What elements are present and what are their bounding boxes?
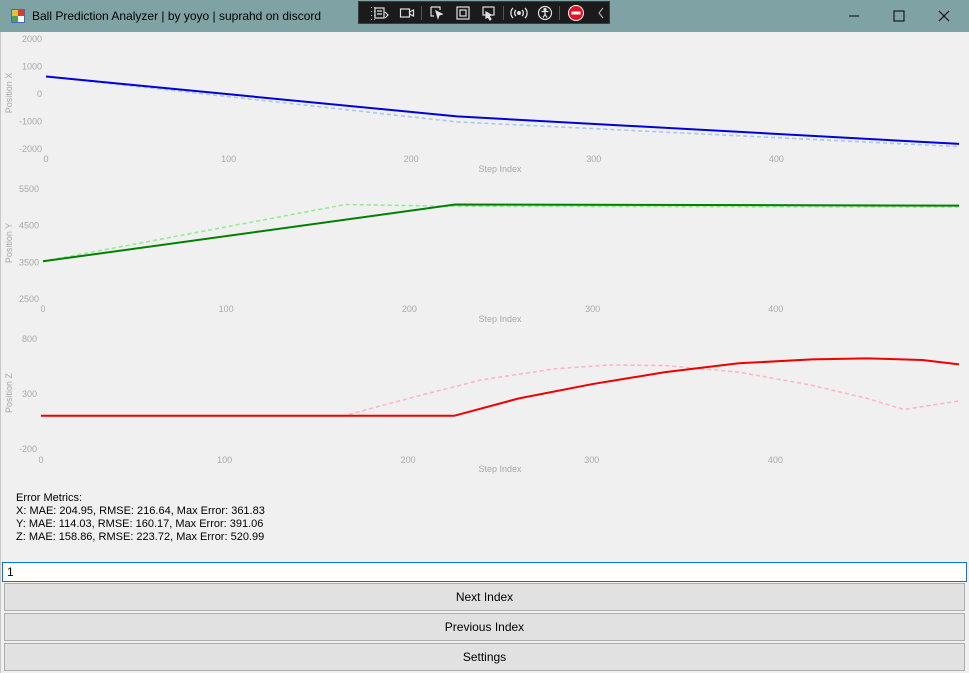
series-y-actual [42, 203, 960, 263]
x-tick-label: 0 [43, 154, 48, 164]
x-tick-label: 100 [217, 455, 232, 465]
y-axis-label: Position X [4, 73, 14, 114]
x-tick-label: 100 [221, 154, 236, 164]
y-tick-label: 2000 [22, 34, 42, 44]
chart-z: 800 300 -2000 100 200 300 400 Position Z Step In… [4, 334, 960, 474]
x-axis-label: Step Index [478, 314, 522, 324]
chart-x: 200010000-1000-20000 100 200 300 400Position… [4, 34, 960, 174]
y-tick-label: 0 [37, 89, 42, 99]
x-axis-label: Step Index [478, 164, 522, 174]
index-input[interactable] [2, 562, 967, 582]
metrics-y: Y: MAE: 114.03, RMSE: 160.17, Max Error:… [16, 518, 264, 530]
series-x-actual [45, 75, 960, 145]
error-metrics: Error Metrics: X: MAE: 204.95, RMSE: 216… [16, 492, 265, 544]
x-tick-label: 300 [586, 154, 601, 164]
metrics-z: Z: MAE: 158.86, RMSE: 223.72, Max Error:… [16, 531, 265, 543]
x-tick-label: 200 [401, 455, 416, 465]
x-tick-label: 400 [768, 304, 783, 314]
metrics-title: Error Metrics: [16, 492, 82, 504]
y-axis-label: Position Y [4, 223, 14, 263]
y-tick-label: 2500 [19, 294, 39, 304]
y-tick-label: 3500 [19, 257, 39, 267]
x-tick-label: 100 [219, 304, 234, 314]
y-axis-label: Position Z [4, 372, 14, 413]
x-axis-label: Step Index [478, 464, 522, 474]
y-tick-label: 800 [22, 334, 37, 344]
x-tick-label: 400 [769, 154, 784, 164]
x-tick-label: 0 [40, 304, 45, 314]
y-tick-label: 300 [22, 389, 37, 399]
chart-y: 5500 4500 3500 25000 100 200 300 400 Position Y S… [4, 184, 960, 324]
metrics-x: X: MAE: 204.95, RMSE: 216.64, Max Error:… [16, 505, 265, 517]
y-tick-label: -2000 [19, 144, 42, 154]
x-tick-label: 300 [585, 304, 600, 314]
y-tick-label: 4500 [19, 221, 39, 231]
next-index-button[interactable]: Next Index [4, 583, 965, 611]
previous-index-button[interactable]: Previous Index [4, 613, 965, 641]
y-tick-label: -1000 [19, 117, 42, 127]
x-tick-label: 0 [38, 455, 43, 465]
x-tick-label: 300 [584, 455, 599, 465]
settings-button[interactable]: Settings [4, 643, 965, 671]
series-y-predicted [42, 203, 960, 263]
x-tick-label: 200 [404, 154, 419, 164]
y-tick-label: 1000 [22, 62, 42, 72]
x-tick-label: 400 [768, 455, 783, 465]
y-tick-label: -200 [19, 444, 37, 454]
series-z-predicted [41, 364, 960, 417]
y-tick-label: 5500 [19, 184, 39, 194]
x-tick-label: 200 [402, 304, 417, 314]
position-charts: 200010000-1000-20000 100 200 300 400Position… [4, 34, 960, 474]
